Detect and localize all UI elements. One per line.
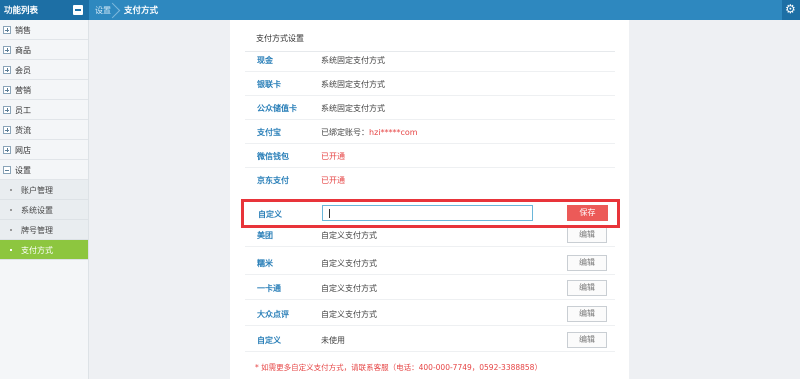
payment-row-jd-pay: 京东支付 已开通	[245, 168, 615, 192]
sidebar-item-label: 会员	[15, 66, 31, 75]
payment-name: 公众储值卡	[257, 104, 297, 113]
save-button[interactable]: 保存	[567, 205, 608, 221]
payment-row-wechat-wallet: 微信钱包 已开通	[245, 144, 615, 168]
sidebar-item-staff[interactable]: 员工	[0, 100, 88, 120]
payment-name: 一卡通	[257, 284, 281, 293]
edit-button[interactable]: 编辑	[567, 306, 607, 322]
payment-status: 已开通	[321, 176, 345, 185]
bullet-icon	[10, 209, 12, 211]
payment-desc: 自定义支付方式	[321, 310, 377, 319]
sidebar-item-members[interactable]: 会员	[0, 60, 88, 80]
payment-desc: 未使用	[321, 336, 345, 345]
sidebar-item-online-store[interactable]: 网店	[0, 140, 88, 160]
sidebar-item-label: 营销	[15, 86, 31, 95]
sidebar-item-sales[interactable]: 销售	[0, 20, 88, 40]
custom-payment-row: 自定义 保存	[241, 199, 620, 228]
sidebar-item-label: 员工	[15, 106, 31, 115]
payment-desc: 自定义支付方式	[321, 231, 377, 240]
expand-icon	[3, 106, 11, 114]
expand-icon	[3, 146, 11, 154]
panel-title: 支付方式设置	[256, 34, 304, 43]
sidebar-subitem-label: 系统设置	[21, 206, 53, 215]
sidebar: 销售 商品 会员 营销 员工 货流 网店 设置 账户管理 系统设置 牌号管理 支…	[0, 20, 89, 379]
settings-button[interactable]: ⚙	[782, 0, 800, 20]
payment-name: 银联卡	[257, 80, 281, 89]
expand-icon	[3, 66, 11, 74]
payment-row-cash: 现金 系统固定支付方式	[245, 48, 615, 72]
custom-payment-input[interactable]	[322, 205, 533, 221]
payment-desc: 系统固定支付方式	[321, 56, 385, 65]
expand-icon	[3, 86, 11, 94]
payment-name: 糯米	[257, 259, 273, 268]
payment-name: 现金	[257, 56, 273, 65]
payment-name: 自定义	[257, 336, 281, 345]
top-bar: 功能列表 设置 支付方式 ⚙	[0, 0, 800, 20]
sidebar-item-label: 设置	[15, 166, 31, 175]
payment-row-custom-unused: 自定义 未使用 编辑	[245, 328, 615, 352]
edit-button[interactable]: 编辑	[567, 255, 607, 271]
sidebar-subitem-label: 支付方式	[21, 246, 53, 255]
collapse-icon	[3, 166, 11, 174]
text-caret	[329, 209, 330, 218]
gear-icon: ⚙	[785, 2, 796, 16]
expand-icon	[3, 26, 11, 34]
payment-desc: 系统固定支付方式	[321, 104, 385, 113]
sidebar-item-settings[interactable]: 设置	[0, 160, 88, 180]
payment-name: 大众点评	[257, 310, 289, 319]
sidebar-subitem-label: 账户管理	[21, 186, 53, 195]
sidebar-item-marketing[interactable]: 营销	[0, 80, 88, 100]
bullet-icon	[10, 249, 12, 251]
payment-row-dianping: 大众点评 自定义支付方式 编辑	[245, 302, 615, 326]
sidebar-item-label: 销售	[15, 26, 31, 35]
payment-row-nuomi: 糯米 自定义支付方式 编辑	[245, 251, 615, 275]
function-list-header: 功能列表	[0, 0, 89, 20]
sidebar-item-products[interactable]: 商品	[0, 40, 88, 60]
contact-note: * 如需更多自定义支付方式，请联系客服（电话：400-000-7749，0592…	[255, 363, 542, 372]
payment-name: 支付宝	[257, 128, 281, 137]
bullet-icon	[10, 189, 12, 191]
breadcrumb-current: 支付方式	[124, 6, 159, 16]
sidebar-subitem-system-settings[interactable]: 系统设置	[0, 200, 88, 220]
edit-button[interactable]: 编辑	[567, 332, 607, 348]
payment-name: 微信钱包	[257, 152, 289, 161]
bullet-icon	[10, 229, 12, 231]
payment-desc: 自定义支付方式	[321, 284, 377, 293]
sidebar-item-label: 网店	[15, 146, 31, 155]
payment-row-alipay: 支付宝 已绑定账号：hzi*****com	[245, 120, 615, 144]
edit-button[interactable]: 编辑	[567, 227, 607, 243]
payment-name: 自定义	[258, 210, 282, 219]
sidebar-subitem-plate-management[interactable]: 牌号管理	[0, 220, 88, 240]
sidebar-item-label: 货流	[15, 126, 31, 135]
payment-status: 已开通	[321, 152, 345, 161]
function-list-title: 功能列表	[4, 6, 39, 16]
payment-desc: 系统固定支付方式	[321, 80, 385, 89]
bound-account-prefix: 已绑定账号：	[321, 128, 369, 137]
collapse-icon[interactable]	[73, 5, 83, 15]
payment-desc: 自定义支付方式	[321, 259, 377, 268]
sidebar-subitem-payment-methods[interactable]: 支付方式	[0, 240, 88, 260]
payment-name: 京东支付	[257, 176, 289, 185]
expand-icon	[3, 46, 11, 54]
sidebar-item-logistics[interactable]: 货流	[0, 120, 88, 140]
sidebar-item-label: 商品	[15, 46, 31, 55]
sidebar-subitem-account-management[interactable]: 账户管理	[0, 180, 88, 200]
bound-account-value: hzi*****com	[369, 128, 418, 137]
breadcrumb-separator-icon	[112, 0, 122, 20]
expand-icon	[3, 126, 11, 134]
sidebar-subitem-label: 牌号管理	[21, 226, 53, 235]
payment-row-unionpay: 银联卡 系统固定支付方式	[245, 72, 615, 96]
payment-row-all-in-one-card: 一卡通 自定义支付方式 编辑	[245, 276, 615, 300]
payment-row-stored-value-card: 公众储值卡 系统固定支付方式	[245, 96, 615, 120]
edit-button[interactable]: 编辑	[567, 280, 607, 296]
payment-desc: 已绑定账号：hzi*****com	[321, 127, 418, 138]
payment-name: 美团	[257, 231, 273, 240]
